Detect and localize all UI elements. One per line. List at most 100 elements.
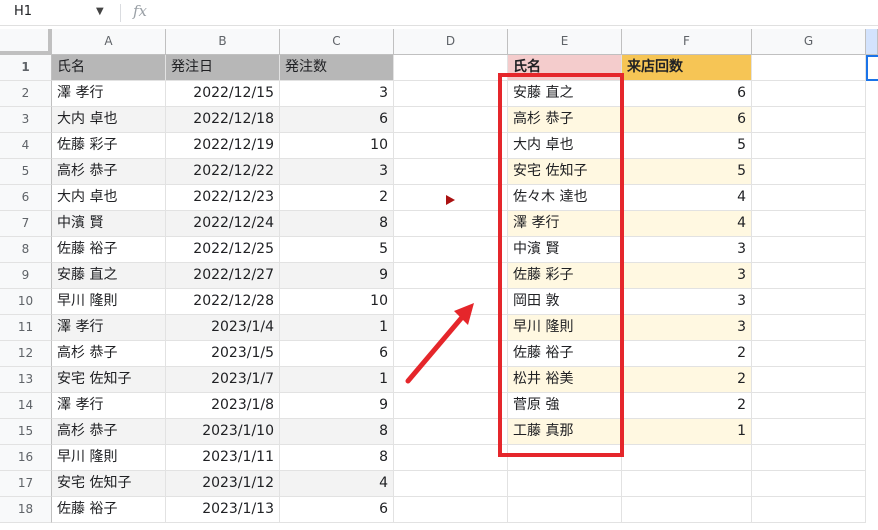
table-cell[interactable]: 佐藤 彩子 (52, 133, 166, 159)
table-cell[interactable]: 2 (622, 341, 752, 367)
empty-cell[interactable] (622, 445, 752, 471)
table-cell[interactable]: 4 (280, 471, 394, 497)
empty-cell[interactable] (394, 107, 508, 133)
table-cell[interactable]: 2023/1/8 (166, 393, 280, 419)
empty-cell[interactable] (752, 497, 866, 523)
empty-cell[interactable] (394, 471, 508, 497)
empty-cell[interactable] (752, 289, 866, 315)
table-cell[interactable]: 澤 孝行 (52, 393, 166, 419)
table-cell[interactable]: 早川 隆則 (52, 289, 166, 315)
empty-cell[interactable] (752, 263, 866, 289)
table-cell[interactable]: 6 (280, 341, 394, 367)
column-header-e[interactable]: E (508, 29, 622, 55)
table-cell[interactable]: 佐藤 裕子 (52, 237, 166, 263)
column-header-a[interactable]: A (52, 29, 166, 55)
table-cell[interactable]: 10 (280, 289, 394, 315)
table-cell[interactable]: 2022/12/15 (166, 81, 280, 107)
empty-cell[interactable] (394, 133, 508, 159)
table-cell[interactable]: 2022/12/22 (166, 159, 280, 185)
empty-cell[interactable] (752, 471, 866, 497)
table-cell[interactable]: 高杉 恭子 (52, 419, 166, 445)
table-cell[interactable]: 2023/1/5 (166, 341, 280, 367)
empty-cell[interactable] (752, 55, 866, 81)
table-cell[interactable]: 早川 隆則 (52, 445, 166, 471)
table-cell[interactable]: 6 (622, 81, 752, 107)
empty-cell[interactable] (752, 81, 866, 107)
empty-cell[interactable] (752, 315, 866, 341)
empty-cell[interactable] (752, 159, 866, 185)
table-cell[interactable]: 2022/12/23 (166, 185, 280, 211)
table-cell[interactable]: 6 (622, 107, 752, 133)
table-cell[interactable]: 1 (622, 419, 752, 445)
table-cell[interactable]: 2022/12/28 (166, 289, 280, 315)
empty-cell[interactable] (394, 263, 508, 289)
empty-cell[interactable] (752, 107, 866, 133)
header-cell-f[interactable]: 来店回数 (622, 55, 752, 81)
table-cell[interactable]: 2023/1/11 (166, 445, 280, 471)
header-cell-c[interactable]: 発注数 (280, 55, 394, 81)
row-header-18[interactable]: 18 (0, 497, 52, 523)
table-cell[interactable]: 4 (622, 211, 752, 237)
row-header-15[interactable]: 15 (0, 419, 52, 445)
table-cell[interactable]: 8 (280, 211, 394, 237)
row-header-10[interactable]: 10 (0, 289, 52, 315)
table-cell[interactable]: 2 (280, 185, 394, 211)
table-cell[interactable]: 6 (280, 107, 394, 133)
table-cell[interactable]: 4 (622, 185, 752, 211)
row-header-8[interactable]: 8 (0, 237, 52, 263)
name-box[interactable]: H1 (14, 4, 32, 19)
spreadsheet-grid[interactable]: A B C D E F G 1 2 3 4 5 6 7 8 9 10 11 12 13 14 15 16 17 18 氏名 発注日発… (0, 29, 878, 530)
select-all-corner[interactable] (0, 29, 52, 55)
row-header-17[interactable]: 17 (0, 471, 52, 497)
row-header-7[interactable]: 7 (0, 211, 52, 237)
row-header-16[interactable]: 16 (0, 445, 52, 471)
selected-cell-h1[interactable] (866, 55, 878, 81)
table-cell[interactable]: 3 (622, 289, 752, 315)
table-cell[interactable]: 2023/1/7 (166, 367, 280, 393)
column-header-h[interactable] (866, 29, 878, 55)
table-cell[interactable]: 8 (280, 419, 394, 445)
row-header-13[interactable]: 13 (0, 367, 52, 393)
empty-cell[interactable] (394, 445, 508, 471)
table-cell[interactable]: 澤 孝行 (52, 81, 166, 107)
table-cell[interactable]: 8 (280, 445, 394, 471)
column-header-g[interactable]: G (752, 29, 866, 55)
table-cell[interactable]: 3 (280, 81, 394, 107)
table-cell[interactable]: 安宅 佐知子 (52, 367, 166, 393)
table-cell[interactable]: 9 (280, 263, 394, 289)
table-cell[interactable]: 3 (622, 237, 752, 263)
column-header-d[interactable]: D (394, 29, 508, 55)
table-cell[interactable]: 2 (622, 393, 752, 419)
row-header-9[interactable]: 9 (0, 263, 52, 289)
table-cell[interactable]: 5 (622, 133, 752, 159)
empty-cell[interactable] (394, 393, 508, 419)
table-cell[interactable]: 5 (622, 159, 752, 185)
table-cell[interactable]: 2022/12/25 (166, 237, 280, 263)
table-cell[interactable]: 2022/12/24 (166, 211, 280, 237)
empty-cell[interactable] (752, 419, 866, 445)
table-cell[interactable]: 5 (280, 237, 394, 263)
column-header-f[interactable]: F (622, 29, 752, 55)
empty-cell[interactable] (752, 211, 866, 237)
table-cell[interactable]: 3 (622, 315, 752, 341)
empty-cell[interactable] (752, 341, 866, 367)
row-header-3[interactable]: 3 (0, 107, 52, 133)
table-cell[interactable]: 安藤 直之 (52, 263, 166, 289)
row-header-12[interactable]: 12 (0, 341, 52, 367)
row-header-14[interactable]: 14 (0, 393, 52, 419)
table-cell[interactable]: 2023/1/13 (166, 497, 280, 523)
header-cell-a[interactable]: 氏名 (52, 55, 166, 81)
empty-cell[interactable] (394, 419, 508, 445)
table-cell[interactable]: 中濱 賢 (52, 211, 166, 237)
table-cell[interactable]: 高杉 恭子 (52, 159, 166, 185)
empty-cell[interactable] (394, 159, 508, 185)
empty-cell[interactable] (394, 237, 508, 263)
table-cell[interactable]: 10 (280, 133, 394, 159)
chevron-down-icon[interactable]: ▼ (96, 6, 104, 17)
table-cell[interactable]: 1 (280, 315, 394, 341)
empty-cell[interactable] (394, 55, 508, 81)
table-cell[interactable]: 6 (280, 497, 394, 523)
empty-cell[interactable] (394, 81, 508, 107)
row-header-6[interactable]: 6 (0, 185, 52, 211)
table-cell[interactable]: 2023/1/10 (166, 419, 280, 445)
